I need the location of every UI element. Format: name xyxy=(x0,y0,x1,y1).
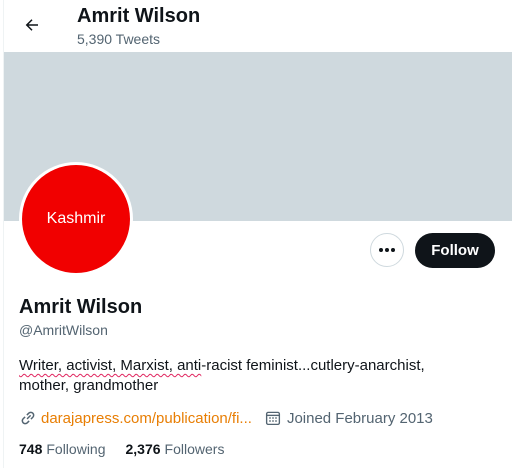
bio-misspelled-segment: Writer, activist, Marxist, anti xyxy=(19,357,202,374)
avatar-image: Kashmir xyxy=(22,165,130,273)
following-link[interactable]: 748 Following xyxy=(19,441,106,457)
followers-count: 2,376 xyxy=(125,441,161,457)
link-icon xyxy=(21,411,35,425)
following-label: Following xyxy=(46,441,106,457)
calendar-icon xyxy=(265,411,280,426)
avatar[interactable]: Kashmir xyxy=(19,162,133,276)
follow-stats: 748 Following 2,376 Followers xyxy=(19,441,224,457)
joined-date: Joined February 2013 xyxy=(286,409,433,427)
avatar-text: Kashmir xyxy=(46,210,106,227)
arrow-left-icon xyxy=(25,19,38,31)
header-title: Amrit Wilson xyxy=(77,5,201,27)
profile-website-link[interactable]: darajapress.com/publication/fi... xyxy=(41,410,252,427)
more-options-button[interactable] xyxy=(370,233,404,267)
followers-link[interactable]: 2,376 Followers xyxy=(126,441,225,457)
back-button[interactable] xyxy=(17,10,47,40)
display-name: Amrit Wilson xyxy=(19,296,143,318)
following-count: 748 xyxy=(19,441,43,457)
follow-button[interactable]: Follow xyxy=(415,233,495,268)
profile-bio: Writer, activist, Marxist, anti-racist f… xyxy=(19,356,459,396)
followers-label: Followers xyxy=(164,441,225,457)
ellipsis-icon xyxy=(379,248,395,252)
profile-meta: darajapress.com/publication/fi... Joined… xyxy=(19,407,433,429)
user-handle: @AmritWilson xyxy=(19,322,108,338)
tweet-count: 5,390 Tweets xyxy=(77,31,161,47)
